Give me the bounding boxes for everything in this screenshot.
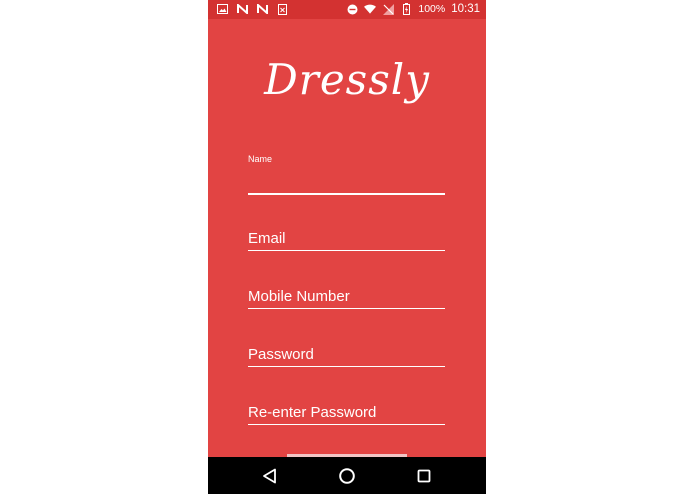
name-field-label: Name	[248, 154, 273, 164]
navigation-bar	[208, 457, 486, 494]
recents-icon[interactable]	[415, 467, 433, 485]
mobile-number-field[interactable]: Mobile Number	[248, 286, 445, 310]
name-field-underline	[248, 193, 445, 195]
password-field-label: Password	[248, 346, 314, 363]
email-field[interactable]: Email	[248, 228, 445, 252]
email-field-underline	[248, 250, 445, 251]
image-icon	[216, 3, 228, 15]
password-field[interactable]: Password	[248, 344, 445, 368]
app-logo: Dressly	[264, 55, 430, 104]
password-field-underline	[248, 366, 445, 367]
sim-icon	[276, 3, 288, 15]
battery-percent: 100%	[418, 3, 446, 15]
no-signal-icon	[382, 3, 394, 15]
status-bar: 100% 10:31	[208, 0, 486, 19]
n-icon	[256, 3, 268, 15]
n-icon	[236, 3, 248, 15]
email-field-label: Email	[248, 230, 286, 247]
reenter-password-field[interactable]: Re-enter Password	[248, 402, 445, 426]
back-icon[interactable]	[261, 467, 279, 485]
mobile-number-field-label: Mobile Number	[248, 288, 350, 305]
home-icon[interactable]	[338, 467, 356, 485]
clock: 10:31	[451, 3, 480, 15]
reenter-password-field-underline	[248, 424, 445, 425]
reenter-password-field-label: Re-enter Password	[248, 404, 377, 421]
phone-screen: 100% 10:31 Dressly Name Email Mobile Num…	[208, 0, 486, 494]
do-not-disturb-icon	[346, 3, 358, 15]
battery-charging-icon	[400, 3, 412, 15]
mobile-number-field-underline	[248, 308, 445, 309]
wifi-icon	[364, 3, 377, 15]
name-field[interactable]: Name	[248, 150, 445, 195]
